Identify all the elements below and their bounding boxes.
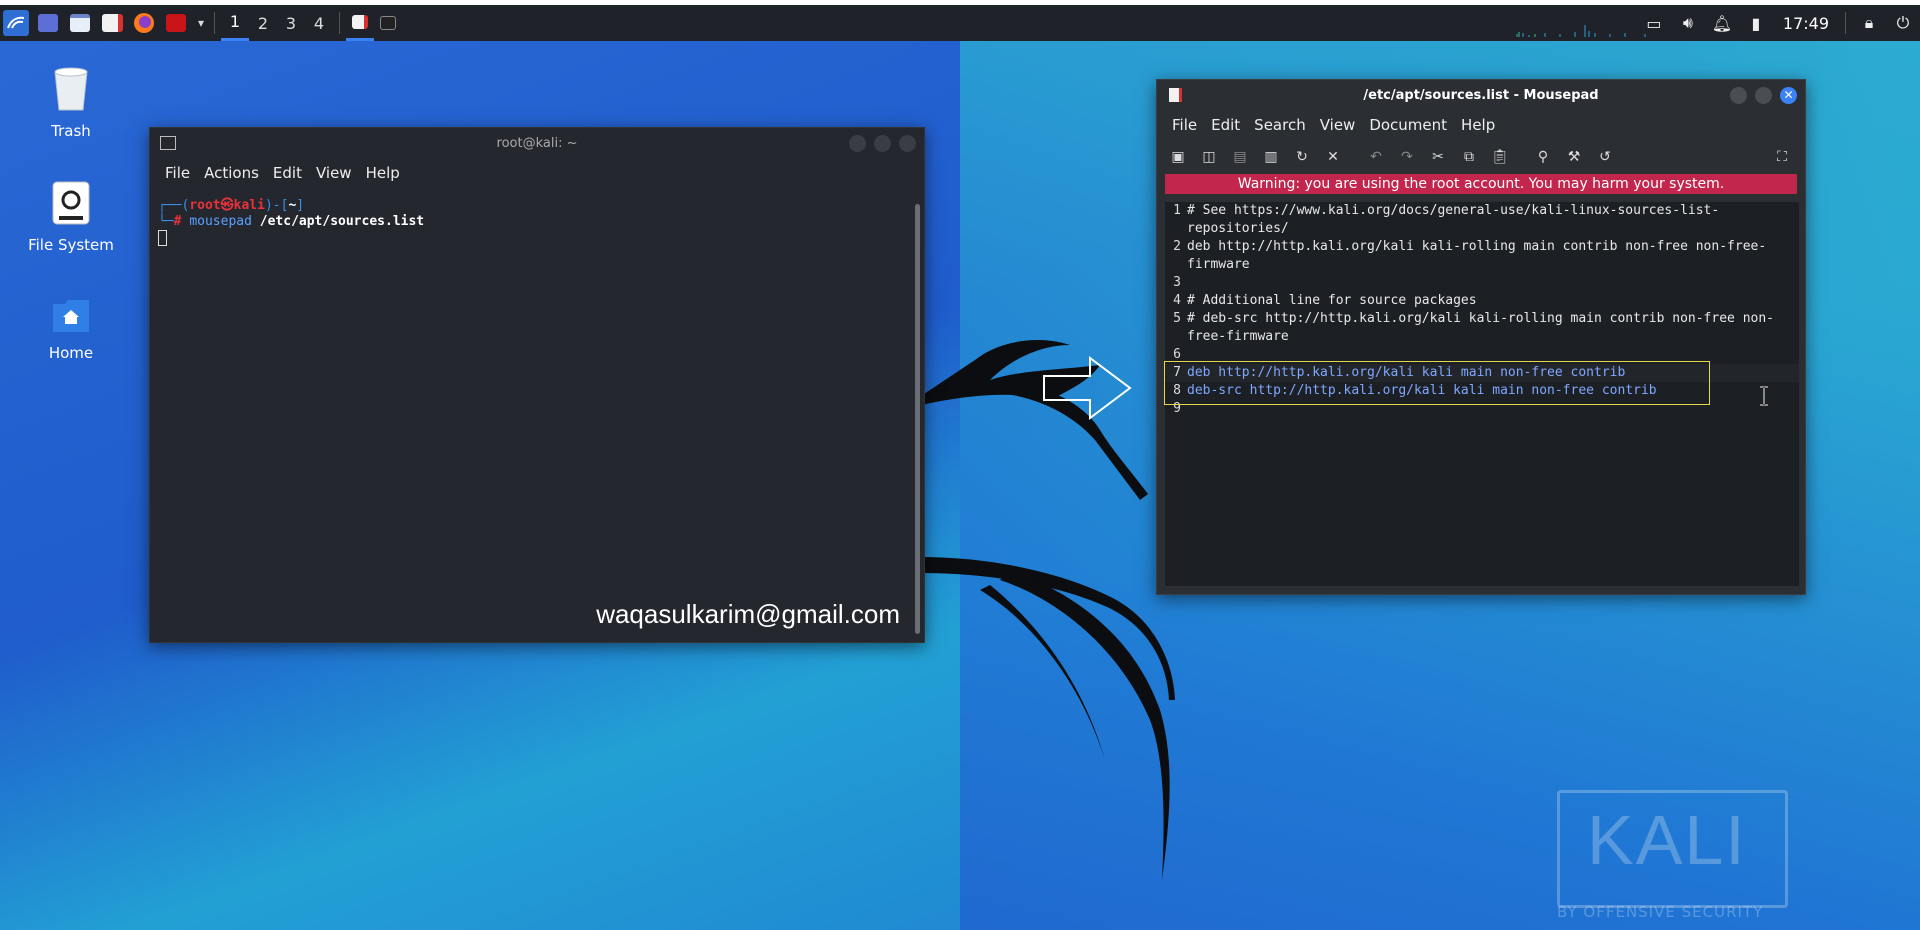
kali-logo-subtitle: BY OFFENSIVE SECURITY (1557, 903, 1764, 921)
minimize-button[interactable] (1730, 87, 1747, 104)
copy-icon[interactable]: ⧉ (1458, 146, 1480, 168)
clock[interactable]: 17:49 (1783, 14, 1829, 33)
top-panel: ▾ 1 2 3 4 ▭ 🔊︎ 🔔︎ ▮ 17:49 🔒︎ ⏻ (0, 5, 1920, 41)
desktop-icon-label: Trash (51, 122, 91, 140)
taskbar-terminal-icon[interactable] (374, 7, 402, 39)
firefox-icon[interactable] (130, 9, 158, 37)
chevron-down-icon[interactable]: ▾ (194, 9, 208, 37)
menu-actions[interactable]: Actions (197, 164, 266, 182)
menu-file[interactable]: File (158, 164, 197, 182)
file-manager-icon[interactable] (66, 9, 94, 37)
command-arg: /etc/apt/sources.list (259, 214, 425, 229)
terminal-scrollbar[interactable] (915, 204, 920, 634)
mousepad-window[interactable]: /etc/apt/sources.list - Mousepad ✕ File … (1156, 79, 1806, 595)
close-document-icon[interactable]: ✕ (1322, 146, 1344, 168)
terminal-window[interactable]: root@kali: ~ File Actions Edit View Help… (149, 127, 925, 643)
search-icon[interactable]: ⚲ (1532, 146, 1554, 168)
desktop-icon-label: File System (28, 236, 114, 254)
desktop-icon-home[interactable]: Home (16, 298, 126, 362)
terminal-output[interactable]: ┌──(root㉿kali)-[~] └─# mousepad /etc/apt… (158, 198, 912, 642)
terminal-cursor (158, 230, 167, 246)
maximize-button[interactable] (1755, 87, 1772, 104)
app-red-icon[interactable] (162, 9, 190, 37)
mousepad-toolbar: ▣ ◫ ▤ ▥ ↻ ✕ ↶ ↷ ✂ ⧉ 📋︎ ⚲ ⚒ ↺ ⛶ (1157, 140, 1805, 174)
menu-document[interactable]: Document (1362, 116, 1454, 134)
menu-edit[interactable]: Edit (1204, 116, 1247, 134)
email-watermark: waqasulkarim@gmail.com (596, 599, 900, 629)
go-to-line-icon[interactable]: ↺ (1594, 146, 1616, 168)
menu-edit[interactable]: Edit (266, 164, 309, 182)
minimize-button[interactable] (849, 135, 866, 152)
desktop-icon-label: Home (48, 344, 94, 362)
terminal-menubar: File Actions Edit View Help (150, 158, 924, 188)
prompt-user: root (189, 198, 221, 213)
drive-icon (16, 180, 126, 230)
desktop-icon-file-system[interactable]: File System (16, 180, 126, 254)
mousepad-titlebar[interactable]: /etc/apt/sources.list - Mousepad ✕ (1157, 80, 1805, 110)
menu-search[interactable]: Search (1247, 116, 1313, 134)
mousepad-menubar: File Edit Search View Document Help (1157, 110, 1805, 140)
text-editor-icon[interactable] (98, 9, 126, 37)
arrow-annotation (1043, 356, 1132, 420)
workspace-1[interactable]: 1 (221, 6, 249, 41)
fullscreen-icon[interactable]: ⛶ (1771, 146, 1793, 168)
trash-icon (16, 64, 126, 116)
cut-icon[interactable]: ✂ (1427, 146, 1449, 168)
maximize-button[interactable] (874, 135, 891, 152)
find-replace-icon[interactable]: ⚒ (1563, 146, 1585, 168)
prompt-host: kali (233, 198, 265, 213)
kali-logo-text: KALI (1587, 801, 1747, 879)
terminal-title: root@kali: ~ (496, 135, 578, 151)
home-folder-icon (16, 298, 126, 338)
editor-line: 1 # See https://www.kali.org/docs/general… (1173, 203, 1720, 236)
editor-line: 2 deb http://http.kali.org/kali kali-roll… (1173, 239, 1767, 272)
menu-view[interactable]: View (309, 164, 359, 182)
close-button[interactable] (899, 135, 916, 152)
prompt-line: ┌──(root㉿kali)-[~] (158, 198, 305, 213)
kali-menu-icon[interactable] (2, 9, 30, 37)
new-document-icon[interactable]: ▣ (1167, 146, 1189, 168)
menu-file[interactable]: File (1165, 116, 1204, 134)
paste-icon[interactable]: 📋︎ (1489, 146, 1511, 168)
panel-separator (214, 12, 215, 34)
prompt-at: ㉿ (220, 198, 234, 213)
save-as-icon[interactable]: ▥ (1260, 146, 1282, 168)
panel-separator (1845, 12, 1846, 34)
editor-line: 4 # Additional line for source packages (1173, 293, 1477, 308)
highlight-annotation-box (1164, 361, 1710, 405)
panel-separator (339, 12, 340, 34)
root-warning-bar: Warning: you are using the root account.… (1165, 174, 1797, 194)
workspace-2[interactable]: 2 (249, 7, 277, 39)
command-line: └─# mousepad /etc/apt/sources.list (158, 214, 425, 229)
bell-icon[interactable]: 🔔︎ (1709, 10, 1735, 36)
volume-icon[interactable]: 🔊︎ (1675, 10, 1701, 36)
menu-help[interactable]: Help (359, 164, 407, 182)
editor-line: 5 # deb-src http://http.kali.org/kali kal… (1173, 311, 1774, 344)
show-desktop-icon[interactable] (34, 9, 62, 37)
redo-icon[interactable]: ↷ (1396, 146, 1418, 168)
save-icon[interactable]: ▤ (1229, 146, 1251, 168)
battery-icon[interactable]: ▮ (1743, 10, 1769, 36)
power-icon[interactable]: ⏻ (1890, 10, 1916, 36)
terminal-titlebar[interactable]: root@kali: ~ (150, 128, 924, 158)
taskbar-mousepad-icon[interactable] (346, 6, 374, 41)
close-button[interactable]: ✕ (1780, 87, 1797, 104)
command-name: mousepad (189, 214, 252, 229)
menu-view[interactable]: View (1313, 116, 1363, 134)
undo-icon[interactable]: ↶ (1365, 146, 1387, 168)
display-icon[interactable]: ▭ (1641, 10, 1667, 36)
mousepad-title: /etc/apt/sources.list - Mousepad (1363, 87, 1599, 103)
desktop-icon-trash[interactable]: Trash (16, 64, 126, 140)
ibeam-cursor-icon (1760, 386, 1768, 406)
editor-line: 3 (1173, 275, 1181, 290)
lock-icon[interactable]: 🔒︎ (1856, 10, 1882, 36)
workspace-4[interactable]: 4 (305, 7, 333, 39)
workspace-3[interactable]: 3 (277, 7, 305, 39)
menu-help[interactable]: Help (1454, 116, 1502, 134)
reload-icon[interactable]: ↻ (1291, 146, 1313, 168)
new-window-icon[interactable]: ◫ (1198, 146, 1220, 168)
